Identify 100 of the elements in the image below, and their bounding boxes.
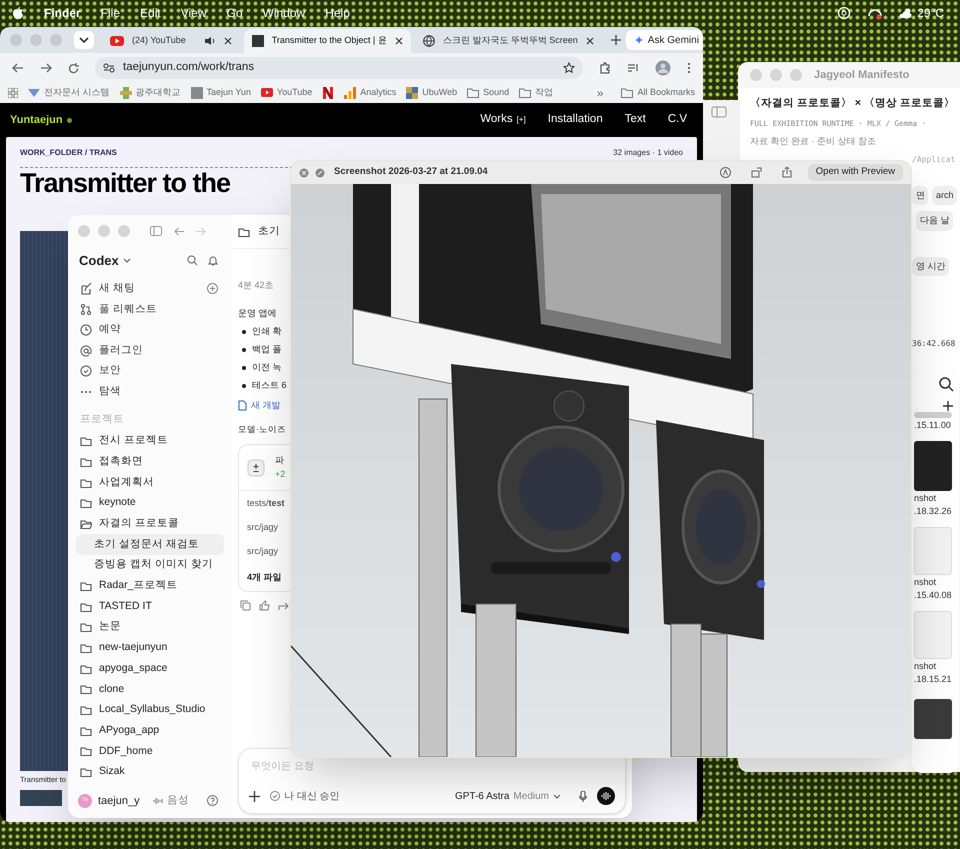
message-input[interactable]: 무엇이든 요청 [249,759,615,774]
chat-item[interactable]: 증빙용 캡처 이미지 찾기 [76,554,224,576]
address-bar[interactable]: taejunyun.com/work/trans [95,57,583,79]
file-name[interactable]: .18.15.21 [914,674,952,685]
file-link[interactable]: 새 개발 [238,399,290,412]
rotate-icon[interactable] [750,167,762,178]
browser-tab[interactable]: (24) YouTube [102,29,240,53]
site-logo[interactable]: Yuntaejun [10,112,63,128]
project-folder[interactable]: 접촉화면 [76,452,224,472]
sidebar-item[interactable]: 풀 리퀘스트 [76,299,224,320]
project-folder[interactable]: TASTED IT [76,596,224,617]
project-folder[interactable]: 자결의 프로토콜 [76,514,224,534]
logo-icon[interactable] [12,6,24,20]
file-name[interactable]: .15.11.00 [914,420,951,431]
bookmark[interactable]: 작업 [519,86,554,100]
bookmark[interactable]: Taejun Yun [190,86,251,100]
plus-icon[interactable] [610,34,622,46]
bookmark[interactable]: 전자문서 시스템 [28,86,110,100]
tag-chip[interactable]: arch [932,186,957,205]
file-path[interactable]: src/jagy [239,515,290,540]
file-name[interactable]: nshot [914,577,936,588]
plus-icon[interactable] [942,400,954,412]
voice-mode-button-icon[interactable] [597,787,615,805]
logo-icon[interactable] [322,87,334,99]
apps-grid-icon[interactable] [8,88,18,98]
project-folder[interactable]: keynote [76,492,224,514]
sidebar-item[interactable]: 예약 [76,320,224,340]
copy-icon[interactable] [240,600,251,612]
tag-chip[interactable]: 면 [912,186,928,205]
open-with-preview-button[interactable]: Open with Preview [808,164,903,181]
thumbs-icon[interactable] [259,600,270,612]
file-name[interactable]: nshot [914,493,936,504]
project-folder[interactable]: new-taejunyun [76,638,224,658]
menu-item[interactable]: View [180,4,206,22]
project-folder[interactable]: 전시 프로젝트 [76,430,224,452]
nav-link[interactable]: Works [+] [480,111,526,129]
more-bookmarks[interactable]: » [596,84,604,102]
ask-gemini-button[interactable]: Ask Gemini [626,30,703,50]
sidebar-item[interactable]: 보안 [76,360,224,382]
site-settings-icon[interactable] [103,63,115,73]
more-icon[interactable] [687,62,691,74]
project-folder[interactable]: Local_Syllabus_Studio [76,700,224,720]
project-folder[interactable]: APyoga_app [76,720,224,742]
model-selector[interactable]: GPT-6 Astra Medium [454,788,561,804]
project-folder[interactable]: 논문 [76,617,224,638]
thumbnail-image[interactable] [914,527,952,575]
file-path[interactable]: src/jagy [239,539,290,564]
tag-chip[interactable]: 영 시간 [912,256,949,276]
playlist-icon[interactable] [627,63,639,73]
chevron-down-icon[interactable] [74,31,94,49]
browser-tab[interactable]: Transmitter to the Object | 윤 [244,29,411,53]
reload-icon[interactable] [68,62,79,74]
project-folder[interactable]: Sizak [76,762,224,782]
star-icon[interactable] [563,62,575,74]
temperature[interactable]: 29°C [917,4,944,22]
speaker-icon[interactable] [204,36,216,46]
menu-item[interactable]: Window [262,4,306,22]
bookmark[interactable]: 광주대학교 [120,86,181,100]
bookmark[interactable]: YouTube [260,86,312,100]
file-path[interactable]: tests/test [239,491,290,516]
file-name[interactable]: nshot [914,661,936,672]
file-name[interactable]: .18.32.26 [914,506,952,517]
sidebar-item[interactable]: 탐색 [76,381,224,402]
thumbnail-image[interactable] [914,412,952,418]
bookmark[interactable]: Sound [467,86,510,100]
back-icon[interactable] [12,63,24,73]
fullscreen-icon[interactable] [315,168,325,178]
file-name[interactable]: .15.40.08 [914,590,952,601]
avatar-icon[interactable] [655,60,671,76]
extensions-icon[interactable] [599,62,611,74]
gear-icon[interactable] [837,6,852,20]
help-icon[interactable] [207,795,218,806]
sidebar-icon[interactable] [711,106,727,118]
close-icon[interactable] [224,37,232,45]
project-folder[interactable]: Radar_프로젝트 [76,576,224,596]
more-files[interactable]: 4개 파일 [239,563,290,592]
approval-mode-button[interactable]: 나 대신 승인 [270,788,340,804]
share-icon[interactable] [782,167,792,178]
bell-icon[interactable] [208,255,218,266]
bookmark[interactable]: All Bookmarks [621,86,695,100]
photo-placeholder[interactable] [20,790,62,806]
menu-item[interactable]: Help [325,4,350,22]
workspace-menu[interactable]: Codex [79,251,131,270]
menu-item[interactable]: Go [226,4,243,22]
nav-link[interactable]: Installation [548,111,603,129]
thumbnail-image[interactable] [914,441,952,491]
branch-icon[interactable] [278,600,289,612]
back-icon[interactable] [174,226,184,236]
browser-tab[interactable]: 스크린 발자국도 뚜벅뚜벅 Screen [414,29,602,53]
thumbnail-image[interactable] [914,611,952,659]
close-icon[interactable] [394,37,403,45]
search-icon[interactable] [187,255,198,266]
voice-button[interactable]: 음성 [153,792,189,809]
bookmark[interactable]: Analytics [344,86,396,100]
project-folder[interactable]: clone [76,679,224,700]
forward-icon[interactable] [40,63,52,73]
project-folder[interactable]: DDF_home [76,741,224,762]
project-folder[interactable]: apyoga_space [76,658,224,680]
menu-item[interactable]: File [100,4,120,22]
bookmark[interactable]: UbuWeb [406,86,458,100]
